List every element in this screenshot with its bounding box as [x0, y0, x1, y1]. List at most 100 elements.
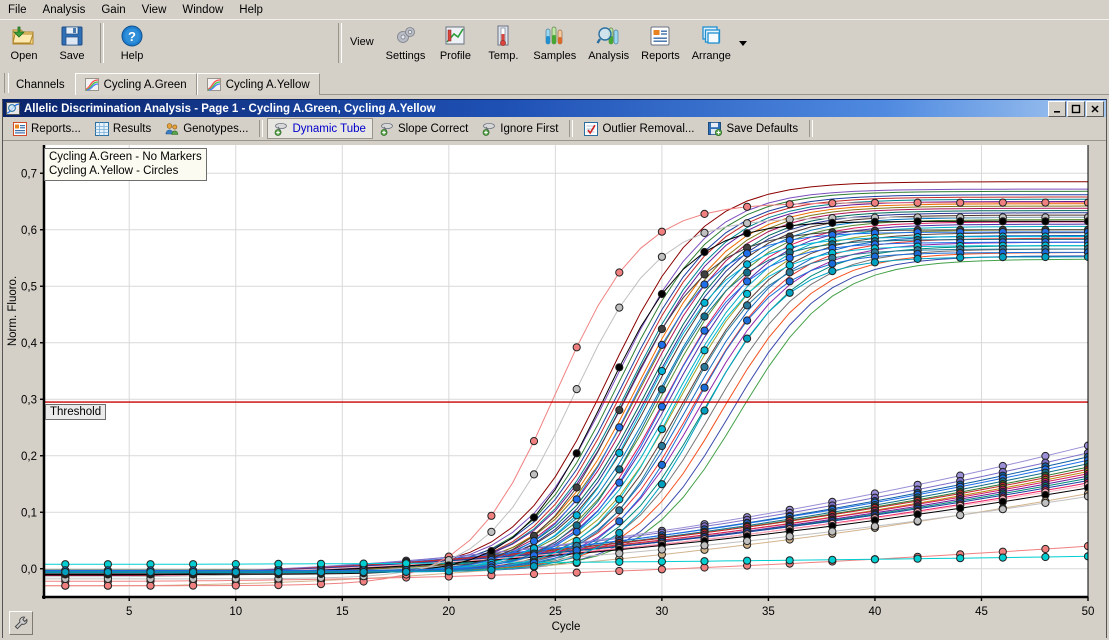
outlier-removal-button[interactable]: Outlier Removal...: [577, 118, 701, 139]
tab-cycling-a-green-label: Cycling A.Green: [103, 78, 187, 91]
svg-text:Norm. Fluoro.: Norm. Fluoro.: [7, 276, 19, 346]
checklist-icon: [584, 121, 599, 136]
arrange-button[interactable]: Arrange: [686, 20, 737, 69]
channel-curve-icon: [84, 78, 99, 91]
analysis-toolbar-separator-3: [809, 120, 814, 137]
analysis-toolbar-separator-1: [259, 120, 264, 137]
magnifier-tubes-icon: [596, 23, 622, 49]
file-toolbar-group: Open Save ? Help: [0, 20, 156, 67]
menu-item-help[interactable]: Help: [231, 2, 271, 18]
close-button[interactable]: [1086, 100, 1104, 117]
open-button[interactable]: Open: [0, 20, 48, 69]
svg-text:30: 30: [655, 606, 668, 618]
results-button-label: Results: [112, 122, 152, 135]
samples-button[interactable]: Samples: [527, 20, 582, 69]
analysis-toolbar-separator-2: [569, 120, 574, 137]
channels-label: Channels: [10, 74, 75, 95]
help-button[interactable]: ? Help: [108, 20, 156, 69]
menu-item-gain[interactable]: Gain: [93, 2, 133, 18]
tube-plus-icon: [482, 122, 496, 136]
reports-dialog-button[interactable]: Reports...: [6, 118, 88, 139]
tab-cycling-a-yellow[interactable]: Cycling A.Yellow: [196, 73, 320, 95]
chevron-down-icon: [738, 40, 747, 46]
view-toolbar-group: View Settings Profile Temp. Samples Anal…: [346, 20, 749, 67]
save-defaults-button[interactable]: Save Defaults: [701, 118, 805, 139]
legend-entry-green: Cycling A.Green - No Markers: [49, 151, 202, 163]
amplification-chart: 0,0 0,1 0,2 0,3 0,4 0,5 0,6 0,7 5 10 15 20 25 30 35 40 4…: [3, 141, 1106, 639]
reports-button-label: Reports: [641, 50, 680, 62]
analysis-button[interactable]: Analysis: [582, 20, 635, 69]
svg-text:0,2: 0,2: [21, 451, 37, 463]
menu-item-view[interactable]: View: [134, 2, 175, 18]
threshold-label[interactable]: Threshold: [45, 404, 107, 421]
svg-text:35: 35: [762, 606, 775, 618]
gears-icon: [393, 23, 419, 49]
analysis-button-label: Analysis: [588, 50, 630, 62]
settings-button[interactable]: Settings: [380, 20, 432, 69]
window-controls: [1048, 100, 1104, 117]
menu-bar: File Analysis Gain View Window Help: [0, 0, 1109, 20]
floppy-disk-icon: [59, 23, 85, 49]
profile-button[interactable]: Profile: [431, 20, 479, 69]
application-window: File Analysis Gain View Window Help Open: [0, 0, 1109, 640]
svg-text:0,7: 0,7: [21, 168, 37, 180]
chart-settings-button[interactable]: [9, 611, 33, 635]
wrench-icon: [14, 616, 28, 630]
outlier-removal-button-label: Outlier Removal...: [602, 122, 695, 135]
help-button-label: Help: [120, 50, 144, 62]
menu-item-window[interactable]: Window: [174, 2, 231, 18]
tab-cycling-a-green[interactable]: Cycling A.Green: [74, 73, 197, 95]
profile-button-label: Profile: [439, 50, 471, 62]
channels-label-text: Channels: [16, 78, 65, 91]
tabstrip-filler: [319, 73, 1109, 95]
grid-icon: [94, 121, 109, 136]
genotypes-button-label: Genotypes...: [183, 122, 249, 135]
save-button[interactable]: Save: [48, 20, 96, 69]
svg-text:15: 15: [336, 606, 349, 618]
menu-item-file[interactable]: File: [0, 2, 35, 18]
svg-text:40: 40: [869, 606, 882, 618]
svg-text:5: 5: [126, 606, 132, 618]
slope-correct-button[interactable]: Slope Correct: [373, 118, 475, 139]
view-group-label: View: [350, 36, 374, 48]
channel-tab-strip: Channels Cycling A.Green Cycling A.Yello…: [0, 69, 1109, 95]
windows-cascade-icon: [698, 23, 724, 49]
svg-text:50: 50: [1082, 606, 1095, 618]
tab-cycling-a-yellow-label: Cycling A.Yellow: [225, 78, 310, 91]
legend-entry-yellow: Cycling A.Yellow - Circles: [49, 165, 179, 177]
report-page-icon: [647, 23, 673, 49]
save-defaults-button-label: Save Defaults: [726, 122, 799, 135]
tube-plus-icon: [380, 122, 393, 136]
tabstrip-grip: [4, 73, 9, 93]
minimize-button[interactable]: [1048, 100, 1066, 117]
slope-correct-button-label: Slope Correct: [397, 122, 469, 135]
samples-button-label: Samples: [533, 50, 577, 62]
chart-canvas[interactable]: 0,0 0,1 0,2 0,3 0,4 0,5 0,6 0,7 5 10 15 20 25 30 35 40 4…: [3, 141, 1106, 639]
toolbar-separator-1: [100, 23, 104, 63]
svg-text:10: 10: [229, 606, 242, 618]
temp-button[interactable]: Temp.: [479, 20, 527, 69]
analysis-child-window: Allelic Discrimination Analysis - Page 1…: [2, 99, 1107, 639]
child-window-titlebar: Allelic Discrimination Analysis - Page 1…: [3, 100, 1106, 117]
channel-curve-icon: [206, 78, 221, 91]
menu-item-analysis[interactable]: Analysis: [35, 2, 94, 18]
open-button-label: Open: [10, 50, 38, 62]
question-mark-icon: ?: [119, 23, 145, 49]
settings-button-label: Settings: [385, 50, 426, 62]
svg-text:Cycle: Cycle: [552, 621, 581, 633]
results-button[interactable]: Results: [88, 118, 158, 139]
dynamic-tube-button[interactable]: Dynamic Tube: [267, 118, 373, 139]
svg-text:0,6: 0,6: [21, 225, 37, 237]
people-icon: [165, 122, 179, 135]
reports-button[interactable]: Reports: [635, 20, 686, 69]
analysis-window-icon: [6, 102, 20, 115]
svg-text:25: 25: [549, 606, 562, 618]
svg-text:20: 20: [442, 606, 455, 618]
toolbar-overflow-button[interactable]: [737, 20, 749, 65]
chart-legend: Cycling A.Green - No Markers Cycling A.Y…: [44, 148, 207, 181]
svg-text:0,1: 0,1: [21, 507, 37, 519]
genotypes-button[interactable]: Genotypes...: [158, 118, 255, 139]
maximize-button[interactable]: [1067, 100, 1085, 117]
ignore-first-button[interactable]: Ignore First: [475, 118, 565, 139]
svg-text:?: ?: [128, 29, 136, 44]
